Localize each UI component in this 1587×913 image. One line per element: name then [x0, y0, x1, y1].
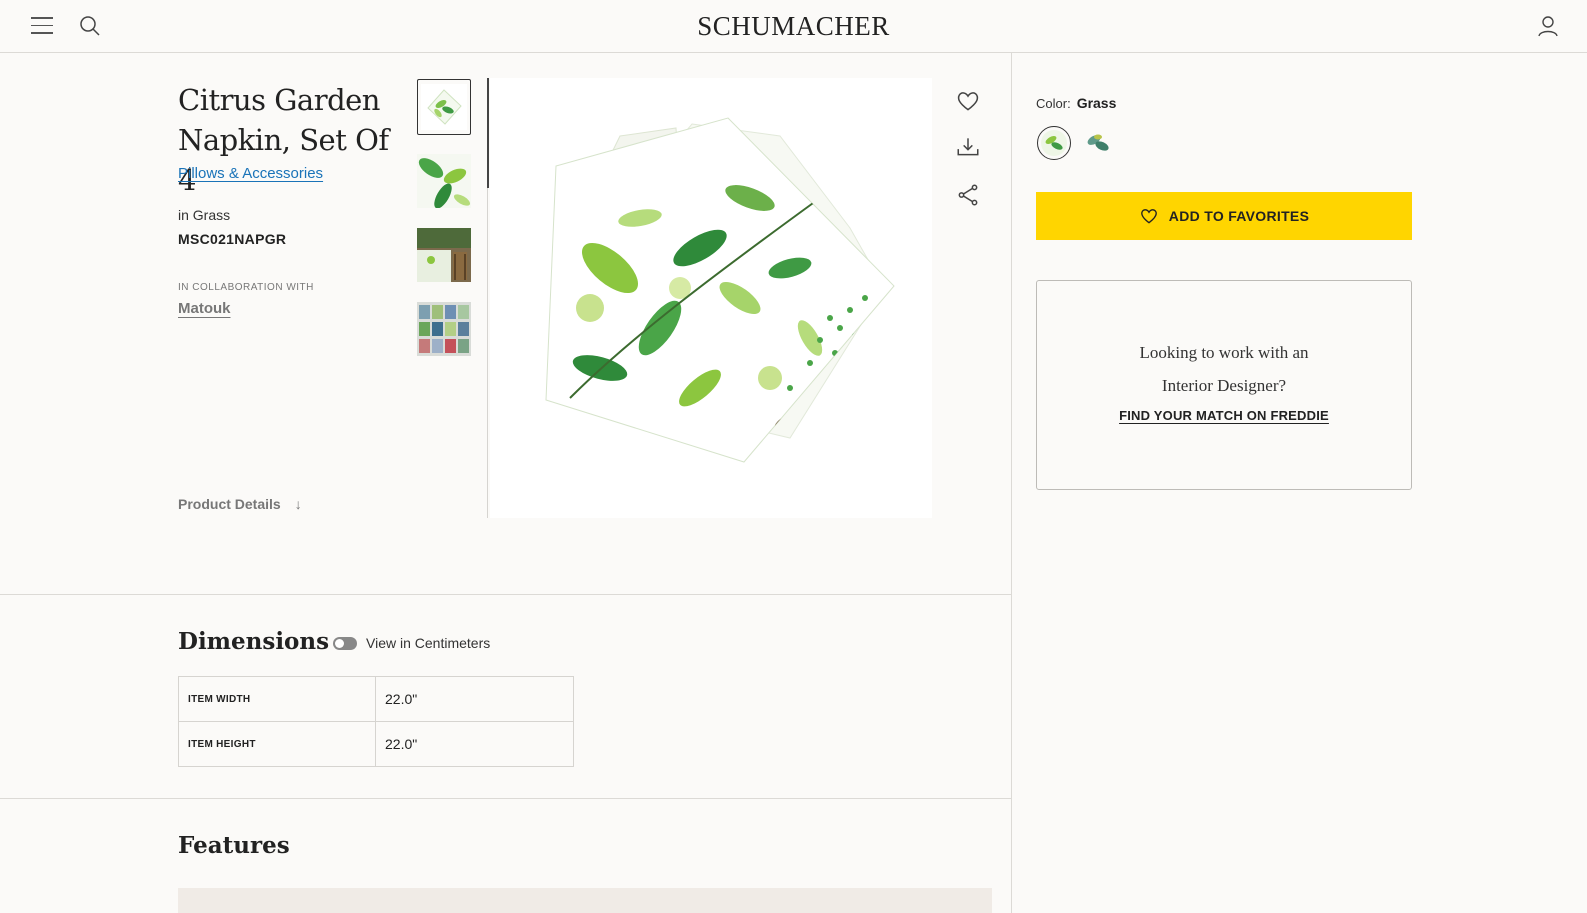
dimension-value: 22.0": [375, 676, 574, 722]
collaboration-partner-link[interactable]: Matouk: [178, 300, 231, 317]
add-to-favorites-label: ADD TO FAVORITES: [1168, 208, 1310, 224]
find-designer-link[interactable]: FIND YOUR MATCH ON FREDDIE: [1119, 408, 1329, 423]
thumbnail-1[interactable]: [417, 79, 471, 135]
selected-color-name: Grass: [1076, 95, 1117, 111]
designer-question-line-2: Interior Designer?: [1161, 376, 1287, 395]
colorway-grid-thumbnail-image: [417, 302, 471, 356]
category-link[interactable]: Pillows & Accessories: [178, 165, 323, 182]
thumbnail-scroll-thumb[interactable]: [487, 78, 489, 188]
color-swatch-alternate[interactable]: [1081, 126, 1115, 160]
color-label: Color:: [1036, 96, 1071, 111]
dimensions-table: ITEM WIDTH 22.0" ITEM HEIGHT 22.0": [178, 676, 574, 767]
thumbnail-2[interactable]: [417, 154, 471, 208]
color-selector-label: Color: Grass: [1036, 95, 1116, 111]
thumbnail-3[interactable]: [417, 228, 471, 282]
napkin-set-image: [545, 117, 895, 463]
column-divider: [1011, 53, 1012, 913]
features-panel: [178, 888, 992, 913]
section-divider: [0, 594, 1011, 595]
share-icon[interactable]: [955, 182, 981, 208]
product-color-line: in Grass: [178, 207, 231, 223]
dimension-value: 22.0": [375, 721, 574, 767]
main-product-image[interactable]: [490, 78, 932, 518]
table-setting-thumbnail-image: [417, 228, 471, 282]
collaboration-label: IN COLLABORATION WITH: [178, 282, 314, 293]
brand-logo[interactable]: SCHUMACHER: [0, 11, 1587, 42]
dimension-label: ITEM WIDTH: [178, 676, 376, 722]
table-row: ITEM WIDTH 22.0": [178, 676, 574, 722]
centimeters-toggle-label: View in Centimeters: [366, 635, 491, 651]
add-to-favorites-button[interactable]: ADD TO FAVORITES: [1036, 192, 1412, 240]
alternate-swatch-image: [1081, 126, 1115, 160]
designer-question: Looking to work with an Interior Designe…: [1037, 336, 1411, 402]
product-sku: MSC021NAPGR: [178, 231, 287, 247]
dimensions-heading: Dimensions: [178, 628, 330, 655]
product-details-label: Product Details: [178, 496, 281, 512]
thumbnail-4[interactable]: [417, 302, 471, 356]
table-row: ITEM HEIGHT 22.0": [178, 721, 574, 767]
top-navigation-bar: SCHUMACHER: [0, 0, 1587, 53]
section-divider: [0, 798, 1011, 799]
heart-icon[interactable]: [955, 88, 981, 114]
arrow-down-icon: ↓: [294, 496, 302, 512]
features-heading: Features: [178, 832, 290, 859]
designer-question-line-1: Looking to work with an: [1139, 343, 1309, 362]
designer-match-card: Looking to work with an Interior Designe…: [1036, 280, 1412, 490]
heart-icon: [1140, 209, 1157, 224]
napkin-thumbnail-image: [421, 84, 467, 130]
leaf-closeup-thumbnail-image: [417, 154, 471, 208]
account-icon[interactable]: [1536, 14, 1560, 38]
toggle-switch[interactable]: [333, 636, 357, 650]
product-details-link[interactable]: Product Details ↓: [178, 496, 302, 512]
grass-swatch-image: [1041, 130, 1067, 156]
download-icon[interactable]: [955, 134, 981, 160]
centimeters-toggle[interactable]: View in Centimeters: [333, 635, 490, 651]
product-title: Citrus Garden Napkin, Set Of 4: [178, 83, 389, 197]
color-swatch-grass[interactable]: [1037, 126, 1071, 160]
dimension-label: ITEM HEIGHT: [178, 721, 376, 767]
